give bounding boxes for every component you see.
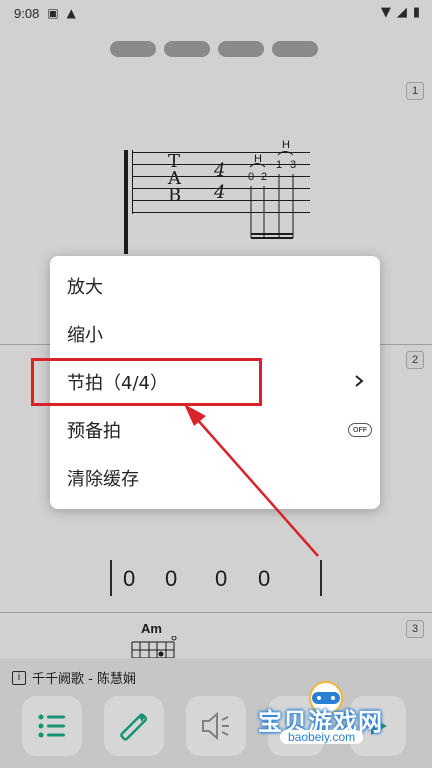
menu-item-label: 清除缓存: [67, 469, 139, 490]
annotation-highlight-box: [31, 358, 262, 406]
menu-item-label: 预备拍: [67, 421, 121, 442]
menu-item-label: 放大: [67, 277, 103, 298]
chevron-right-icon: [355, 375, 364, 387]
menu-item-label: 缩小: [67, 325, 103, 346]
count-in-toggle[interactable]: OFF: [348, 423, 372, 437]
menu-item-zoom-out[interactable]: 缩小: [50, 310, 380, 358]
menu-item-count-in[interactable]: 预备拍 OFF: [50, 406, 380, 454]
menu-item-clear-cache[interactable]: 清除缓存: [50, 454, 380, 502]
watermark-url: baobeiy.com: [280, 730, 364, 744]
menu-item-zoom-in[interactable]: 放大: [50, 262, 380, 310]
